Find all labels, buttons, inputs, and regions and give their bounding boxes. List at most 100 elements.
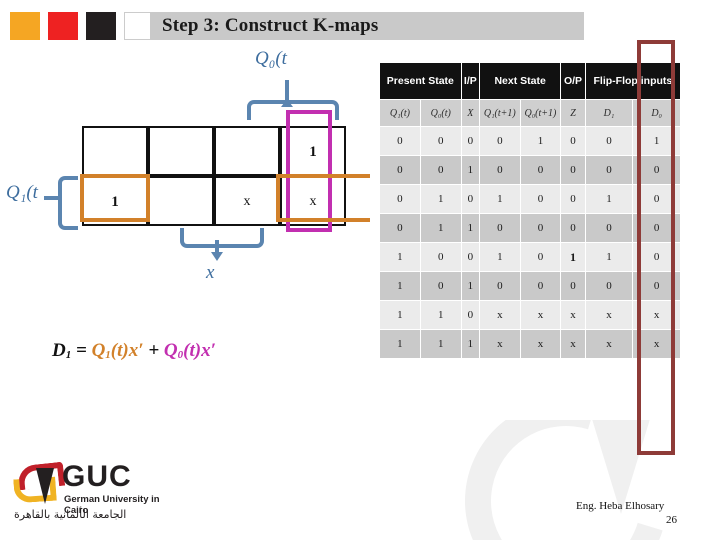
table-cell: 0 (520, 156, 561, 184)
equation-lhs: D (52, 340, 66, 361)
kmap-top-brace-tip (281, 99, 293, 107)
table-cell: 0 (585, 156, 633, 184)
table-cell: 0 (561, 185, 585, 213)
slide-canvas: Step 3: Construct K-maps Q₀(t Q₁(t x 1 1… (0, 0, 720, 540)
guc-logo: GUC German University in Cairo الجامعة ا… (13, 460, 184, 526)
table-cell: 0 (420, 127, 461, 155)
table-cell: 1 (420, 214, 461, 242)
kmap-cell-0-1[interactable] (148, 126, 214, 176)
kmap-bottom-brace (180, 228, 264, 248)
footer-author: Eng. Heba Elhosary (576, 500, 665, 512)
table-cell: 0 (561, 272, 585, 300)
equation-term1-rest: (t)x′ (110, 340, 144, 361)
table-cell: 1 (461, 330, 479, 358)
table-cell: 0 (520, 214, 561, 242)
equation-equals: = (75, 340, 87, 361)
kmap-bottom-brace-tip (211, 252, 223, 261)
table-cell: 1 (480, 243, 520, 271)
table-cell: 0 (561, 127, 585, 155)
guc-logo-mark-icon (13, 461, 66, 506)
guc-logo-arabic: الجامعة الألمانية بالقاهرة (14, 508, 127, 521)
table-cell: 0 (380, 156, 420, 184)
table-subheader-z: Z (561, 100, 585, 126)
kmap-group-orange-right (276, 174, 336, 222)
table-body: 0000100100100000010100100110000010010110… (380, 127, 680, 358)
table-cell: 0 (380, 214, 420, 242)
footer-page-number: 26 (666, 514, 677, 526)
table-cell: x (520, 301, 561, 329)
kmap-cell-0-0[interactable] (82, 126, 148, 176)
equation-term1-q: Q (91, 340, 106, 361)
swatch-black (86, 12, 116, 40)
table-subheader-q0t1: Q₀(t+1) (520, 100, 561, 126)
equation-lhs-sub: 1 (65, 349, 72, 361)
table-cell: 0 (561, 214, 585, 242)
table-subheader-d1: D₁ (585, 100, 633, 126)
guc-logo-abbr: GUC (62, 460, 132, 493)
table-cell: 0 (380, 185, 420, 213)
table-cell: x (480, 330, 520, 358)
kmap-cell-0-2[interactable] (214, 126, 280, 176)
table-cell: 0 (461, 301, 479, 329)
swatch-red (48, 12, 78, 40)
table-group-header-row: Present State I/P Next State O/P Flip-Fl… (380, 63, 680, 99)
kmap-cell-1-1[interactable] (148, 176, 214, 226)
table-cell: 0 (520, 185, 561, 213)
table-subheader-q1t1: Q₁(t+1) (480, 100, 520, 126)
table-cell: 1 (585, 185, 633, 213)
table-cell: x (585, 301, 633, 329)
table-cell: 1 (461, 156, 479, 184)
table-header-input: I/P (461, 63, 479, 99)
table-cell: 0 (480, 214, 520, 242)
table-cell: x (585, 330, 633, 358)
table-cell: x (561, 301, 585, 329)
table-cell: 1 (520, 127, 561, 155)
table-cell: 0 (461, 243, 479, 271)
table-cell: x (520, 330, 561, 358)
table-cell: 0 (461, 127, 479, 155)
table-row: 00001001 (380, 127, 680, 155)
table-cell: 0 (480, 127, 520, 155)
table-cell: 1 (420, 185, 461, 213)
d1-column-highlight-box (637, 40, 675, 455)
table-cell: 0 (420, 272, 461, 300)
kmap-left-brace (58, 176, 78, 230)
table-subheader-x: X (461, 100, 479, 126)
equation-term2-rest: (t)x′ (183, 340, 216, 361)
table-row: 10100000 (380, 272, 680, 300)
table-row: 111xxxxx (380, 330, 680, 358)
table-cell: 1 (380, 330, 420, 358)
table-cell: 0 (461, 185, 479, 213)
table-cell: 0 (380, 127, 420, 155)
kmap-group-orange-wrap-top (332, 174, 370, 178)
table-header-present-state: Present State (380, 63, 461, 99)
table-cell: 0 (561, 156, 585, 184)
equation-term2-q: Q (163, 340, 178, 361)
kmap-bottom-label: x (206, 262, 215, 283)
table-cell: 0 (585, 272, 633, 300)
table-cell: 1 (380, 301, 420, 329)
table-row: 01010010 (380, 185, 680, 213)
table-cell: 0 (420, 156, 461, 184)
table-cell: x (480, 301, 520, 329)
table-cell: 0 (420, 243, 461, 271)
kmap-group-orange-wrap-bottom (332, 218, 370, 222)
table-cell: 0 (480, 272, 520, 300)
table-cell: 0 (480, 156, 520, 184)
table-cell: 1 (561, 243, 585, 271)
table-cell: 0 (520, 243, 561, 271)
kmap-top-label: Q₀(t (255, 48, 287, 69)
table-cell: 1 (420, 330, 461, 358)
state-table: Present State I/P Next State O/P Flip-Fl… (379, 62, 681, 359)
table-cell: 0 (585, 127, 633, 155)
table-row: 01100000 (380, 214, 680, 242)
kmap-group-orange-left (80, 174, 150, 222)
table-subheader-q0t: Q₀(t) (420, 100, 461, 126)
table-header-output: O/P (561, 63, 585, 99)
table-cell: 1 (461, 214, 479, 242)
kmap-left-brace-stem (44, 196, 60, 200)
equation-plus: + (148, 340, 160, 361)
table-header-next-state: Next State (480, 63, 561, 99)
table-cell: 0 (520, 272, 561, 300)
kmap-cell-1-2[interactable]: x (214, 176, 280, 226)
